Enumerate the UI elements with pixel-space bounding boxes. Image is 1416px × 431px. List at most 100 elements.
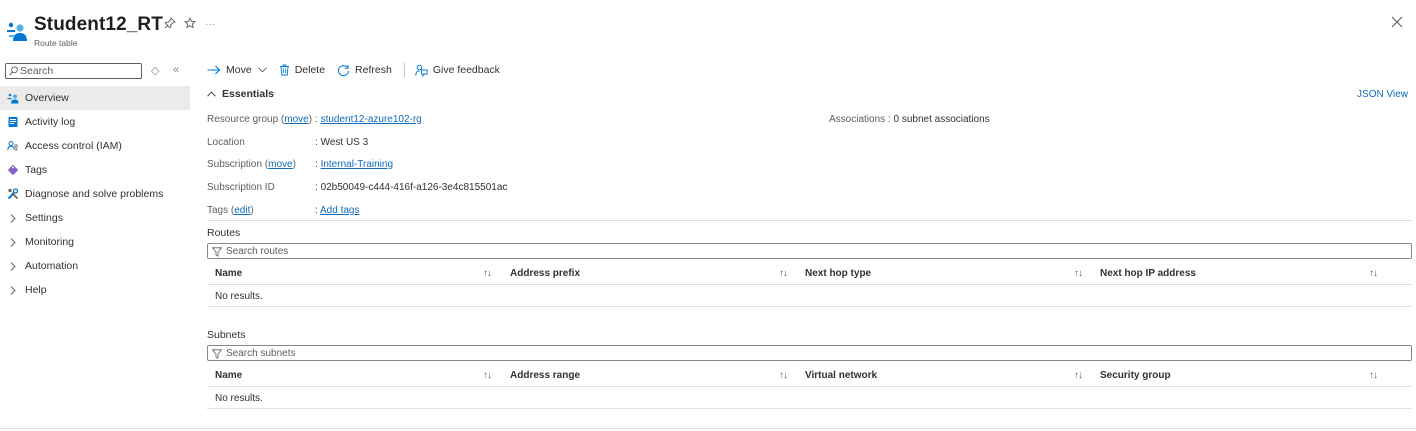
column-header-next-hop-type[interactable]: Next hop type — [805, 268, 871, 279]
routes-table-header: Name ↑↓ Address prefix ↑↓ Next hop type … — [207, 263, 1412, 285]
sidebar-item-monitoring[interactable]: Monitoring — [0, 230, 190, 254]
give-feedback-label: Give feedback — [432, 64, 500, 76]
subscription-link[interactable]: Internal-Training — [321, 159, 393, 170]
sidebar-item-diagnose[interactable]: Diagnose and solve problems — [0, 182, 190, 206]
page-title: Student12_RT — [34, 14, 163, 35]
route-table-icon — [7, 92, 19, 104]
sort-icon[interactable]: ↑↓ — [1369, 370, 1378, 381]
arrow-right-icon — [207, 65, 221, 75]
essentials-subscription-id: Subscription ID : 02b50049-c444-416f-a12… — [207, 182, 707, 196]
sort-icon[interactable]: ↑↓ — [1074, 268, 1083, 279]
sidebar-item-label: Monitoring — [25, 236, 75, 248]
separator: : — [315, 182, 318, 193]
give-feedback-button[interactable]: Give feedback — [415, 64, 500, 77]
move-label: Move — [226, 64, 252, 76]
sort-icon[interactable]: ↑↓ — [779, 370, 788, 381]
add-tags-link[interactable]: Add tags — [320, 205, 359, 216]
essentials-location: Location : West US 3 — [207, 137, 607, 151]
essentials-toggle[interactable]: Essentials — [207, 88, 274, 100]
search-icon — [9, 66, 18, 76]
subscription-move-link[interactable]: move — [268, 159, 292, 170]
resource-group-link[interactable]: student12-azure102-rg — [321, 114, 422, 125]
essentials-associations: Associations : 0 subnet associations — [829, 114, 990, 125]
tag-icon — [7, 164, 19, 176]
subnets-search-input[interactable] — [226, 346, 826, 360]
routes-search-input[interactable] — [226, 244, 826, 258]
subnets-empty-message: No results. — [215, 393, 263, 404]
resource-group-move-link[interactable]: move — [284, 114, 308, 125]
column-header-address-prefix[interactable]: Address prefix — [510, 268, 580, 279]
essentials-title: Essentials — [222, 88, 274, 100]
column-header-next-hop-ip[interactable]: Next hop IP address — [1100, 268, 1196, 279]
sort-icon[interactable]: ↑↓ — [1074, 370, 1083, 381]
move-button[interactable]: Move — [207, 64, 267, 76]
route-table-icon — [7, 22, 27, 41]
iam-icon — [7, 140, 19, 152]
separator: : — [315, 137, 318, 148]
close-icon[interactable] — [1390, 15, 1406, 31]
sort-icon[interactable]: ↑↓ — [779, 268, 788, 279]
toolbar-separator — [403, 63, 405, 77]
column-header-address-range[interactable]: Address range — [510, 370, 580, 381]
resource-group-label: Resource group — [207, 114, 279, 125]
essentials-divider — [207, 220, 1412, 221]
refresh-label: Refresh — [355, 64, 392, 76]
more-options-button[interactable]: ··· — [202, 17, 218, 33]
subnets-title: Subnets — [207, 329, 246, 341]
sidebar-item-iam[interactable]: Access control (IAM) — [0, 134, 190, 158]
chevron-right-icon — [7, 237, 19, 247]
sidebar-item-label: Help — [25, 284, 47, 296]
bottom-divider — [0, 428, 1416, 429]
sidebar-search-input[interactable] — [20, 64, 138, 78]
sidebar-nav: Overview Activity log Access control (IA… — [0, 86, 190, 302]
sort-icon[interactable]: ↑↓ — [483, 370, 492, 381]
subnets-search[interactable] — [207, 345, 1412, 361]
location-label: Location — [207, 137, 245, 148]
tags-edit-link[interactable]: edit — [234, 205, 250, 216]
sidebar-item-help[interactable]: Help — [0, 278, 190, 302]
pin-icon[interactable] — [162, 17, 178, 33]
delete-button[interactable]: Delete — [279, 64, 325, 76]
subscription-id-value: 02b50049-c444-416f-a126-3e4c815501ac — [320, 182, 508, 193]
sort-icon[interactable]: ↑↓ — [1369, 268, 1378, 279]
column-header-name[interactable]: Name — [215, 370, 242, 381]
expand-collapse-icon[interactable]: ◇ — [151, 64, 159, 77]
chevron-right-icon — [7, 261, 19, 271]
filter-icon — [212, 349, 222, 359]
star-icon[interactable] — [182, 16, 198, 33]
sidebar-item-tags[interactable]: Tags — [0, 158, 190, 182]
subnets-table-header: Name ↑↓ Address range ↑↓ Virtual network… — [207, 365, 1412, 387]
sidebar-item-overview[interactable]: Overview — [0, 86, 190, 110]
separator: : — [315, 205, 318, 216]
essentials-resource-group: Resource group (move) : student12-azure1… — [207, 114, 422, 125]
json-view-link[interactable]: JSON View — [1357, 89, 1408, 100]
column-header-virtual-network[interactable]: Virtual network — [805, 370, 877, 381]
chevron-right-icon — [7, 213, 19, 223]
separator: : — [315, 159, 318, 170]
sort-icon[interactable]: ↑↓ — [483, 268, 492, 279]
routes-search[interactable] — [207, 243, 1412, 259]
sidebar-search[interactable] — [5, 63, 142, 79]
sidebar-item-automation[interactable]: Automation — [0, 254, 190, 278]
column-header-security-group[interactable]: Security group — [1100, 370, 1171, 381]
command-bar: Move Delete Refresh Give feedback — [207, 62, 512, 78]
sidebar-item-settings[interactable]: Settings — [0, 206, 190, 230]
refresh-button[interactable]: Refresh — [337, 64, 392, 77]
filter-icon — [212, 247, 222, 257]
sidebar-item-label: Access control (IAM) — [25, 140, 122, 152]
subscription-id-label: Subscription ID — [207, 182, 275, 193]
delete-label: Delete — [294, 64, 326, 76]
routes-title: Routes — [207, 227, 241, 239]
associations-label: Associations — [829, 114, 886, 125]
column-header-name[interactable]: Name — [215, 268, 242, 279]
sidebar-item-activity-log[interactable]: Activity log — [0, 110, 190, 134]
routes-table: Name ↑↓ Address prefix ↑↓ Next hop type … — [207, 263, 1412, 307]
subscription-label: Subscription — [207, 159, 263, 170]
sidebar-item-label: Settings — [25, 212, 63, 224]
chevron-right-icon — [7, 285, 19, 295]
tags-label: Tags — [207, 205, 229, 216]
collapse-sidebar-icon[interactable]: « — [173, 64, 179, 76]
sidebar-item-label: Automation — [25, 260, 79, 272]
subnets-empty-row: No results. — [207, 387, 1412, 409]
feedback-icon — [415, 64, 428, 77]
